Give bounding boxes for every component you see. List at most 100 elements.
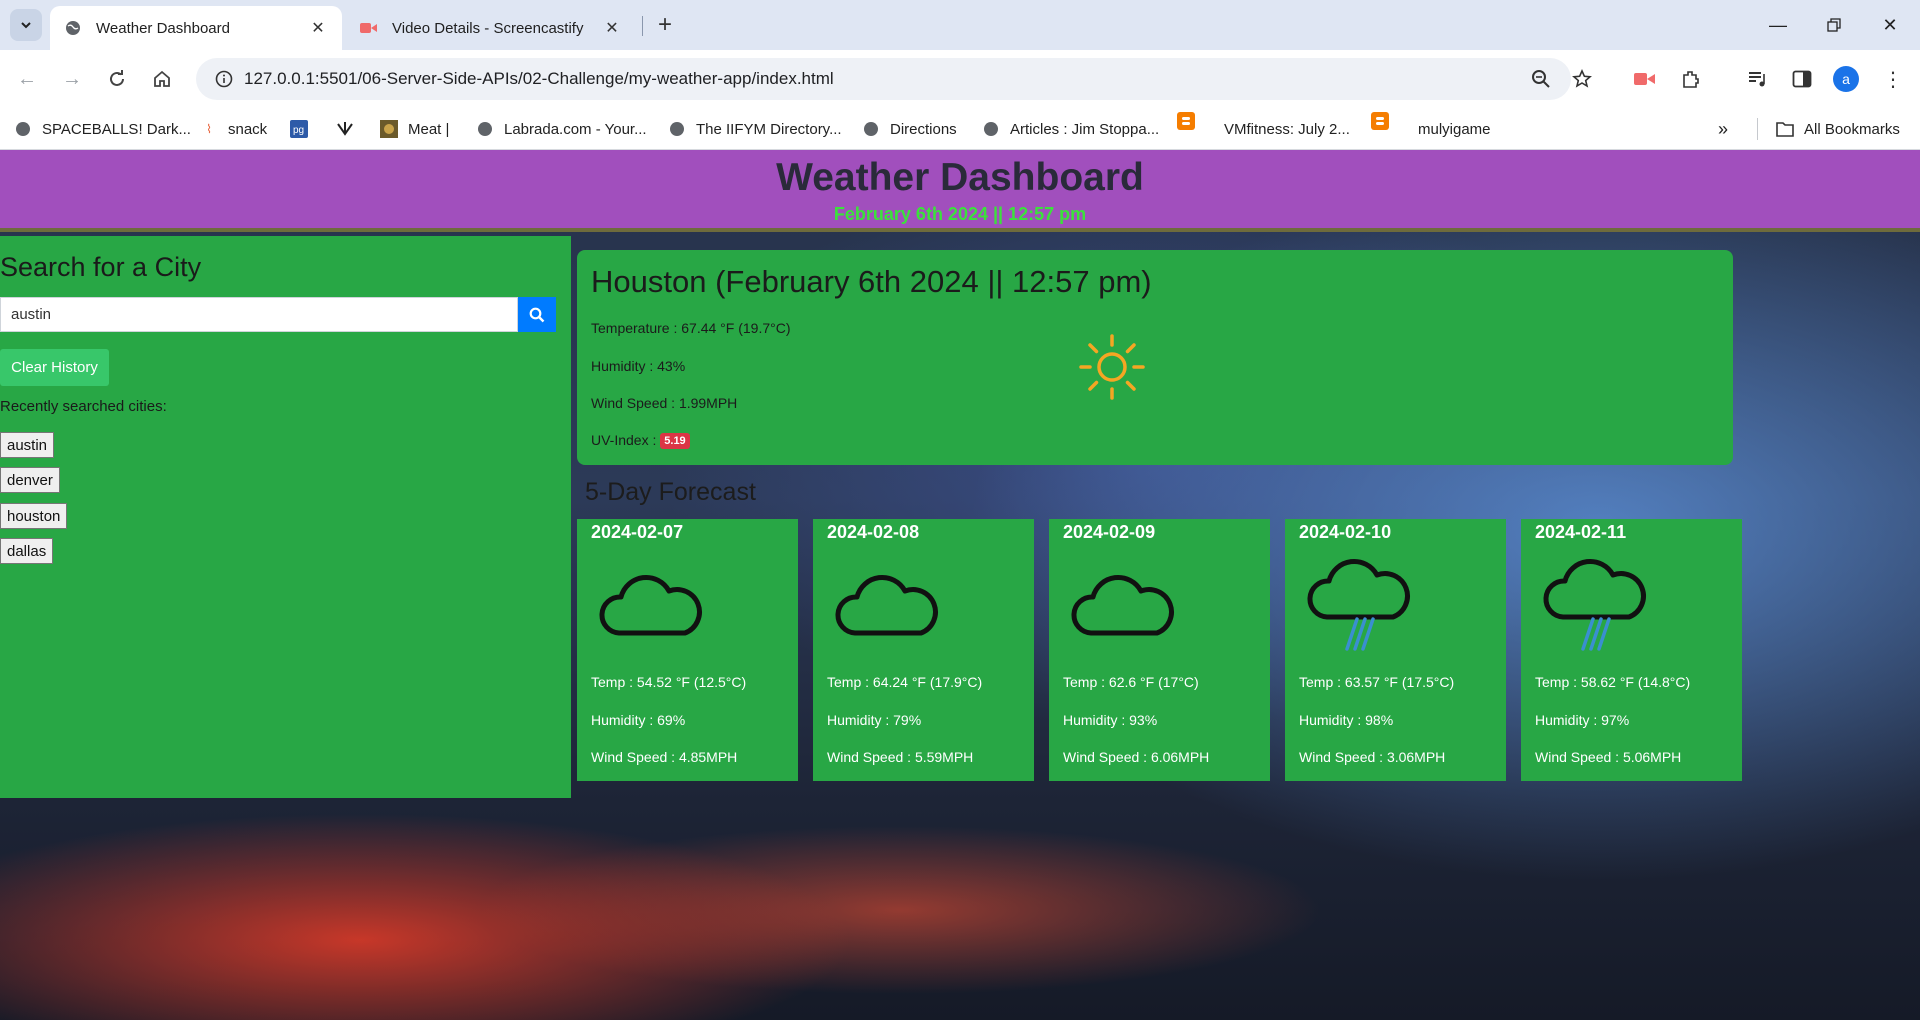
bookmark-mulyigame[interactable]: mulyigame: [1418, 118, 1491, 140]
zoom-icon[interactable]: [1524, 62, 1558, 96]
chevron-down-icon: [21, 22, 31, 29]
forecast-temp: Temp : 58.62 °F (14.8°C): [1535, 674, 1691, 690]
folder-icon: [1776, 120, 1794, 138]
bookmark-fitness[interactable]: [336, 118, 364, 140]
forecast-card: 2024-02-10 Temp : 63.57 °F (17.5°C) Humi…: [1285, 519, 1506, 781]
recent-city-button[interactable]: dallas: [0, 538, 54, 564]
cloud-icon: [835, 574, 938, 636]
avatar: a: [1833, 66, 1859, 92]
current-uv-index: UV-Index : 5.19: [591, 432, 690, 450]
tab-title: Video Details - Screencastify: [392, 19, 584, 37]
recent-city-button[interactable]: houston: [0, 503, 68, 529]
forecast-humidity: Humidity : 93%: [1063, 712, 1158, 728]
bookmark-snack[interactable]: ⌇ snack: [200, 118, 267, 140]
tab-separator: [642, 16, 643, 36]
forecast-card: 2024-02-11 Temp : 58.62 °F (14.8°C) Humi…: [1521, 519, 1742, 781]
search-button[interactable]: [518, 297, 556, 332]
forecast-date: 2024-02-09: [1063, 522, 1156, 542]
close-tab-icon[interactable]: ✕: [308, 18, 328, 38]
recent-cities-label: Recently searched cities:: [0, 398, 167, 415]
tab-strip: Weather Dashboard ✕ Video Details - Scre…: [0, 0, 1920, 50]
svg-text:pg: pg: [293, 125, 304, 136]
city-search-input[interactable]: [0, 297, 518, 332]
recent-city-button[interactable]: denver: [0, 467, 60, 493]
bookmark-label: Articles : Jim Stoppa...: [1010, 120, 1160, 138]
meat-favicon-icon: [380, 120, 398, 138]
bookmark-articles[interactable]: Articles : Jim Stoppa...: [982, 118, 1159, 140]
profile-avatar[interactable]: a: [1829, 62, 1863, 96]
tab-search-button[interactable]: [10, 9, 42, 41]
reload-button[interactable]: [100, 62, 134, 96]
menu-kebab-icon[interactable]: ⋮: [1876, 62, 1910, 96]
side-panel-icon[interactable]: [1785, 62, 1819, 96]
minimize-button[interactable]: —: [1750, 0, 1806, 50]
page-title: Weather Dashboard: [776, 156, 1144, 199]
recent-city-button[interactable]: austin: [0, 432, 55, 458]
globe-icon: [862, 120, 880, 138]
pg-favicon-icon: pg: [290, 120, 308, 138]
forecast-date: 2024-02-08: [827, 522, 920, 542]
current-temperature: Temperature : 67.44 °F (19.7°C): [591, 320, 791, 336]
forward-button[interactable]: →: [55, 62, 89, 96]
forecast-card: 2024-02-07 Temp : 54.52 °F (12.5°C) Humi…: [577, 519, 798, 781]
blogger-icon[interactable]: [1371, 110, 1389, 132]
extensions-icon[interactable]: [1674, 62, 1708, 96]
current-weather-card: Houston (February 6th 2024 || 12:57 pm) …: [577, 250, 1733, 465]
tab-weather-dashboard[interactable]: Weather Dashboard ✕: [50, 6, 342, 50]
close-window-button[interactable]: ✕: [1862, 0, 1918, 50]
site-info-icon[interactable]: [204, 70, 244, 88]
bookmarks-divider: [1757, 118, 1758, 140]
bookmark-pg[interactable]: pg: [290, 118, 318, 140]
bookmark-directions[interactable]: Directions: [862, 118, 957, 140]
media-controls-icon[interactable]: [1740, 62, 1774, 96]
bookmark-labrada[interactable]: Labrada.com - Your...: [476, 118, 647, 140]
bookmark-label: mulyigame: [1418, 120, 1491, 138]
close-tab-icon[interactable]: ✕: [602, 18, 622, 38]
forecast-wind: Wind Speed : 5.06MPH: [1535, 749, 1682, 765]
address-bar[interactable]: 127.0.0.1:5501/06-Server-Side-APIs/02-Ch…: [196, 58, 1571, 100]
snack-favicon-icon: ⌇: [206, 122, 212, 136]
tab-title: Weather Dashboard: [96, 19, 230, 37]
forecast-temp: Temp : 64.24 °F (17.9°C): [827, 674, 983, 690]
search-heading: Search for a City: [0, 252, 202, 282]
current-humidity: Humidity : 43%: [591, 358, 686, 374]
forecast-card: 2024-02-09 Temp : 62.6 °F (17°C) Humidit…: [1049, 519, 1270, 781]
forecast-wind: Wind Speed : 5.59MPH: [827, 749, 974, 765]
restore-icon: [1827, 18, 1841, 32]
screencastify-extension-icon[interactable]: [1628, 62, 1662, 96]
back-button[interactable]: ←: [10, 62, 44, 96]
blogger-icon[interactable]: [1177, 110, 1195, 132]
current-wind-speed: Wind Speed : 1.99MPH: [591, 395, 738, 411]
bookmark-meat[interactable]: Meat |: [380, 118, 449, 140]
rain-cloud-icon: [1307, 558, 1410, 651]
bookmark-vmfitness[interactable]: VMfitness: July 2...: [1224, 118, 1350, 140]
page-header: Weather Dashboard February 6th 2024 || 1…: [0, 150, 1920, 232]
forecast-humidity: Humidity : 98%: [1299, 712, 1394, 728]
forecast-title: 5-Day Forecast: [585, 478, 756, 506]
current-datetime: February 6th 2024 || 12:57 pm: [833, 204, 1087, 224]
fitness-favicon-icon: [336, 120, 354, 138]
bookmark-spaceballs[interactable]: SPACEBALLS! Dark...: [14, 118, 191, 140]
forecast-wind: Wind Speed : 6.06MPH: [1063, 749, 1210, 765]
bookmark-label: snack: [228, 120, 268, 138]
new-tab-button[interactable]: +: [650, 10, 680, 40]
screencastify-icon: [360, 19, 378, 37]
bookmark-iifym[interactable]: The IIFYM Directory...: [668, 118, 842, 140]
clear-history-button[interactable]: Clear History: [0, 349, 109, 386]
globe-icon: [982, 120, 1000, 138]
all-bookmarks-button[interactable]: All Bookmarks: [1776, 118, 1900, 140]
home-button[interactable]: [145, 62, 179, 96]
forecast-wind: Wind Speed : 4.85MPH: [591, 749, 738, 765]
restore-button[interactable]: [1806, 0, 1862, 50]
tab-screencastify[interactable]: Video Details - Screencastify ✕: [346, 6, 636, 50]
forecast-date: 2024-02-07: [591, 522, 684, 542]
bookmarks-bar: SPACEBALLS! Dark... ⌇ snack pg Meat | La…: [0, 108, 1920, 150]
globe-icon: [64, 19, 82, 37]
browser-toolbar: ← → 127.0.0.1:5501/06-Server-Side-APIs/0…: [0, 50, 1920, 108]
rain-cloud-icon: [1543, 558, 1646, 651]
search-icon: [529, 307, 545, 322]
more-bookmarks-icon[interactable]: »: [1718, 118, 1728, 140]
bookmark-label: All Bookmarks: [1804, 120, 1900, 138]
weather-dashboard-page: Weather Dashboard February 6th 2024 || 1…: [0, 150, 1920, 1020]
bookmark-star-icon[interactable]: [1565, 62, 1599, 96]
